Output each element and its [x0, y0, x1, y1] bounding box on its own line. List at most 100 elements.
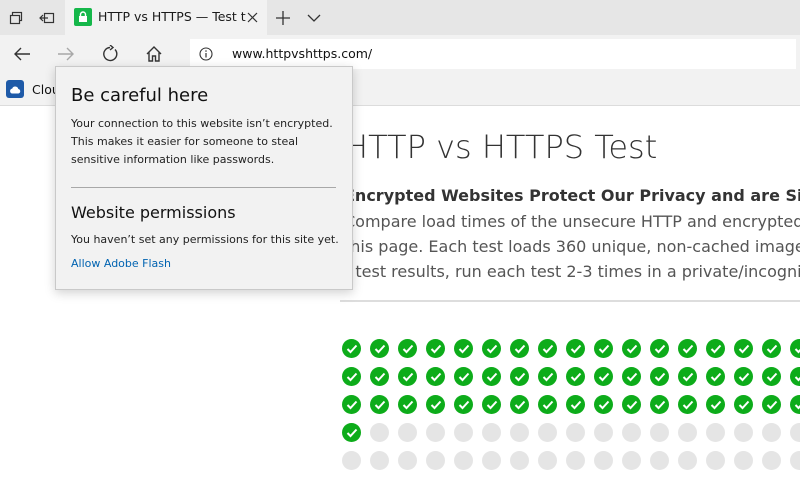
image-loaded-check — [706, 395, 725, 414]
page-title: HTTP vs HTTPS Test — [344, 128, 658, 166]
checkmark-icon — [402, 400, 413, 409]
image-loaded-check — [566, 339, 585, 358]
checkmark-icon — [654, 344, 665, 353]
checkmark-icon — [682, 400, 693, 409]
tab-list-button[interactable] — [298, 0, 330, 35]
checkmark-icon — [402, 344, 413, 353]
checkmark-icon — [766, 344, 777, 353]
url-text[interactable]: www.httpvshttps.com/ — [232, 46, 372, 61]
new-tab-plus-icon — [276, 10, 290, 25]
image-loaded-check — [342, 367, 361, 386]
image-pending-dot — [790, 423, 800, 442]
checkmark-icon — [514, 400, 525, 409]
image-pending-dot — [342, 451, 361, 470]
permissions-text: You haven’t set any permissions for this… — [71, 233, 339, 246]
image-pending-dot — [482, 423, 501, 442]
image-loaded-check — [454, 395, 473, 414]
image-loaded-check — [426, 367, 445, 386]
image-loaded-check — [678, 339, 697, 358]
checkmark-icon — [346, 428, 357, 437]
image-pending-dot — [706, 423, 725, 442]
image-loaded-check — [790, 339, 800, 358]
back-button[interactable] — [5, 38, 39, 70]
image-loaded-check — [398, 395, 417, 414]
image-loaded-check — [650, 367, 669, 386]
image-loaded-check — [734, 395, 753, 414]
flyout-warning-text: Your connection to this website isn’t en… — [71, 117, 333, 166]
tab-list-chevron-icon — [307, 14, 321, 22]
checkmark-icon — [794, 347, 800, 353]
site-info-button[interactable] — [198, 46, 214, 62]
checkmark-icon — [486, 400, 497, 409]
image-pending-dot — [370, 451, 389, 470]
permissions-title: Website permissions — [71, 203, 236, 222]
lock-icon — [79, 11, 87, 22]
checkmark-icon — [794, 403, 800, 409]
paragraph-line: this page. Each test loads 360 unique, n… — [344, 237, 800, 256]
image-loaded-check — [650, 395, 669, 414]
info-icon — [199, 47, 213, 61]
active-tab[interactable]: HTTP vs HTTPS — Test their — [65, 0, 267, 35]
tab-title: HTTP vs HTTPS — Test their — [98, 9, 246, 24]
checkmark-icon — [794, 375, 800, 381]
checkmark-icon — [542, 372, 553, 381]
divider — [340, 300, 800, 302]
checkmark-icon — [626, 372, 637, 381]
checkmark-icon — [486, 372, 497, 381]
image-pending-dot — [594, 451, 613, 470]
image-pending-dot — [538, 423, 557, 442]
address-bar[interactable]: www.httpvshttps.com/ — [190, 39, 796, 69]
checkmark-icon — [710, 344, 721, 353]
image-loaded-check — [398, 339, 417, 358]
image-pending-dot — [538, 451, 557, 470]
image-loaded-check — [678, 395, 697, 414]
image-pending-dot — [650, 423, 669, 442]
image-loaded-check — [510, 395, 529, 414]
site-info-flyout: Be careful here Your connection to this … — [55, 66, 353, 290]
image-loaded-check — [538, 395, 557, 414]
tab-close-button[interactable] — [242, 7, 262, 27]
image-pending-dot — [426, 451, 445, 470]
image-pending-dot — [426, 423, 445, 442]
checkmark-icon — [374, 372, 385, 381]
checkmark-icon — [766, 372, 777, 381]
image-pending-dot — [510, 423, 529, 442]
image-pending-dot — [370, 423, 389, 442]
checkmark-icon — [430, 372, 441, 381]
image-pending-dot — [594, 423, 613, 442]
tab-preview-button[interactable] — [0, 0, 32, 35]
checkmark-icon — [402, 372, 413, 381]
tab-favicon — [74, 8, 92, 26]
image-loaded-check — [734, 367, 753, 386]
checkmark-icon — [598, 372, 609, 381]
checkmark-icon — [542, 344, 553, 353]
checkmark-icon — [458, 344, 469, 353]
checkmark-icon — [738, 400, 749, 409]
image-loaded-check — [454, 339, 473, 358]
image-pending-dot — [622, 451, 641, 470]
checkmark-icon — [626, 400, 637, 409]
tab-strip: HTTP vs HTTPS — Test their — [0, 0, 800, 35]
image-loaded-check — [482, 395, 501, 414]
checkmark-icon — [430, 400, 441, 409]
cloud-icon — [6, 80, 24, 98]
checkmark-icon — [710, 400, 721, 409]
allow-flash-link[interactable]: Allow Adobe Flash — [71, 257, 171, 270]
set-aside-tabs-button[interactable] — [31, 0, 63, 35]
image-pending-dot — [678, 451, 697, 470]
image-pending-dot — [734, 451, 753, 470]
image-loaded-check — [426, 339, 445, 358]
checkmark-icon — [570, 372, 581, 381]
favorite-item[interactable]: Clou — [6, 80, 60, 98]
checkmark-icon — [458, 400, 469, 409]
checkmark-icon — [654, 400, 665, 409]
image-loaded-check — [370, 339, 389, 358]
image-loaded-check — [678, 367, 697, 386]
image-loaded-check — [566, 395, 585, 414]
checkmark-icon — [346, 372, 357, 381]
image-loaded-check — [594, 395, 613, 414]
image-loaded-check — [398, 367, 417, 386]
new-tab-button[interactable] — [267, 0, 299, 35]
checkmark-icon — [682, 344, 693, 353]
image-loaded-check — [594, 339, 613, 358]
